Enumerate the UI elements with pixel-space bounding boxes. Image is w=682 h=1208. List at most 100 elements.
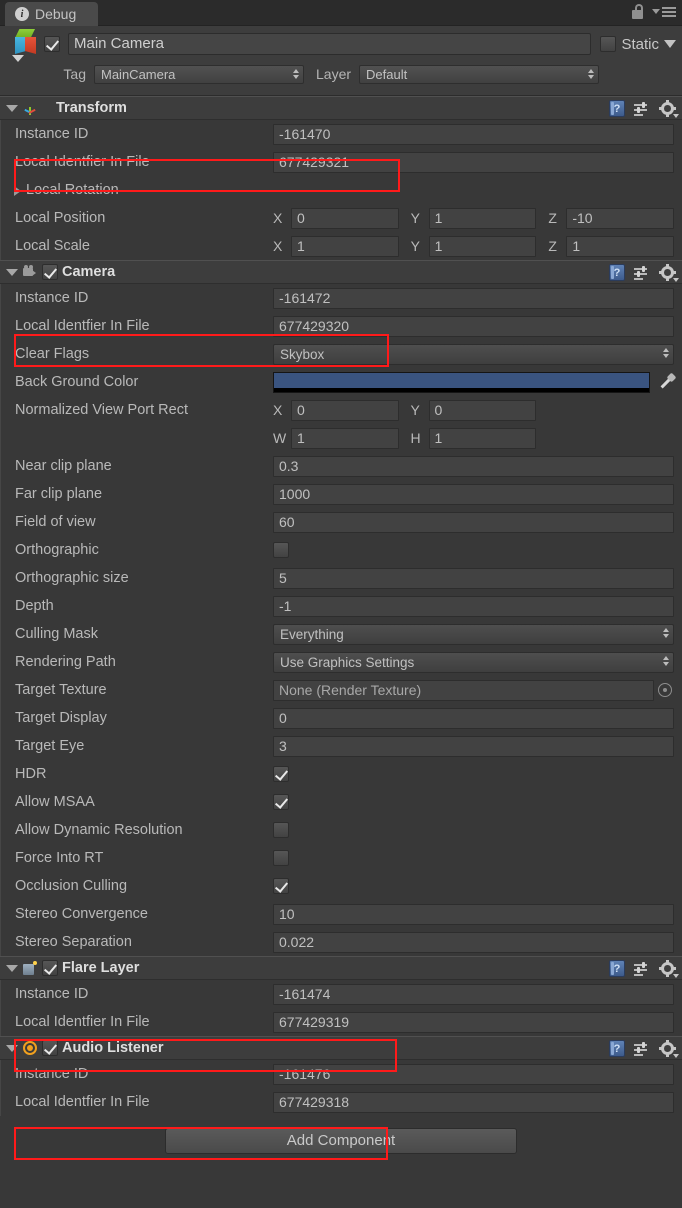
help-book-icon[interactable]: ? — [609, 264, 625, 281]
property-value-input[interactable]: -1 — [273, 596, 674, 617]
property-value-input[interactable]: 3 — [273, 736, 674, 757]
tab-debug[interactable]: i Debug — [5, 2, 98, 26]
property-value-input[interactable]: 0.022 — [273, 932, 674, 953]
tag-dropdown[interactable]: MainCamera — [94, 65, 304, 84]
property-checkbox[interactable] — [273, 878, 289, 894]
property-value-input[interactable]: 677429319 — [273, 1012, 674, 1033]
property-value-input[interactable]: 5 — [273, 568, 674, 589]
property-dropdown[interactable]: Skybox — [273, 344, 674, 365]
component-header-transform[interactable]: Transform? — [0, 96, 682, 120]
foldout-expanded-icon[interactable] — [6, 1045, 18, 1052]
eyedropper-icon[interactable] — [658, 373, 676, 391]
axis-input-z[interactable]: -10 — [566, 208, 674, 229]
object-field[interactable]: None (Render Texture) — [273, 680, 654, 701]
component-body: Instance ID-161472Local Identfier In Fil… — [0, 284, 682, 956]
lock-icon[interactable] — [632, 4, 645, 19]
property-label: Target Texture — [15, 682, 273, 698]
static-dropdown-icon[interactable] — [664, 40, 676, 48]
tag-layer-row: Tag MainCamera Layer Default — [6, 63, 676, 85]
property-label: Clear Flags — [15, 346, 273, 362]
component-header-audio-listener[interactable]: Audio Listener? — [0, 1036, 682, 1060]
property-value-input[interactable]: 677429318 — [273, 1092, 674, 1113]
axis-label-z: Z — [548, 210, 566, 226]
component-enabled-checkbox[interactable] — [42, 1040, 58, 1056]
component-enabled-checkbox[interactable] — [42, 264, 58, 280]
axis-label-w: W — [273, 430, 291, 446]
property-row: Depth-1 — [1, 592, 682, 620]
property-value-input[interactable]: 677429320 — [273, 316, 674, 337]
property-value-input[interactable]: 10 — [273, 904, 674, 925]
foldout-expanded-icon[interactable] — [6, 269, 18, 276]
preset-sliders-icon[interactable] — [634, 101, 650, 117]
object-picker-icon[interactable] — [658, 683, 672, 697]
property-label: Local Identfier In File — [15, 1094, 273, 1110]
cube-gameobject-icon[interactable] — [10, 28, 44, 62]
help-book-icon[interactable]: ? — [609, 960, 625, 977]
foldout-expanded-icon[interactable] — [6, 965, 18, 972]
property-value-input[interactable]: 1000 — [273, 484, 674, 505]
hamburger-menu-icon[interactable] — [652, 7, 676, 17]
add-component-button[interactable]: Add Component — [165, 1128, 517, 1154]
property-row: Field of view60 — [1, 508, 682, 536]
static-control: Static — [600, 36, 676, 53]
preset-sliders-icon[interactable] — [634, 1041, 650, 1057]
inspector-tabbar: i Debug — [0, 0, 682, 26]
axis-input-x[interactable]: 0 — [291, 400, 399, 421]
property-checkbox[interactable] — [273, 542, 289, 558]
property-value-input[interactable]: 0.3 — [273, 456, 674, 477]
background-color-swatch[interactable] — [273, 372, 650, 393]
property-value-input[interactable]: 0 — [273, 708, 674, 729]
property-row: Allow Dynamic Resolution — [1, 816, 682, 844]
foldout-expanded-icon[interactable] — [6, 105, 18, 112]
property-value-input[interactable]: -161474 — [273, 984, 674, 1005]
static-label: Static — [621, 36, 659, 53]
property-row: W1H1 — [1, 424, 682, 452]
property-value-input[interactable]: -161470 — [273, 124, 674, 145]
property-dropdown[interactable]: Everything — [273, 624, 674, 645]
property-checkbox[interactable] — [273, 794, 289, 810]
gameobject-active-checkbox[interactable] — [44, 36, 60, 52]
axis-label-y: Y — [411, 402, 429, 418]
axis-input-h[interactable]: 1 — [429, 428, 537, 449]
property-value-input[interactable]: 677429321 — [273, 152, 674, 173]
preset-sliders-icon[interactable] — [634, 265, 650, 281]
property-value-input[interactable]: -161476 — [273, 1064, 674, 1085]
component-header-flare-layer[interactable]: Flare Layer? — [0, 956, 682, 980]
gear-icon[interactable] — [659, 264, 676, 281]
axis-input-x[interactable]: 1 — [291, 236, 399, 257]
axis-input-y[interactable]: 1 — [429, 236, 537, 257]
transform-axis-icon — [22, 100, 38, 116]
help-book-icon[interactable]: ? — [609, 100, 625, 117]
property-label: Local Position — [15, 210, 273, 226]
gear-icon[interactable] — [659, 1040, 676, 1057]
property-checkbox[interactable] — [273, 766, 289, 782]
component-header-camera[interactable]: Camera? — [0, 260, 682, 284]
property-checkbox[interactable] — [273, 850, 289, 866]
property-checkbox[interactable] — [273, 822, 289, 838]
help-book-icon[interactable]: ? — [609, 1040, 625, 1057]
property-row: HDR — [1, 760, 682, 788]
gameobject-header: Main Camera Static Tag MainCamera Layer … — [0, 26, 682, 96]
property-label: Local Identfier In File — [15, 318, 273, 334]
foldout-collapsed-icon[interactable] — [14, 186, 21, 196]
static-checkbox[interactable] — [600, 36, 616, 52]
axis-input-w[interactable]: 1 — [291, 428, 399, 449]
preset-sliders-icon[interactable] — [634, 961, 650, 977]
gear-icon[interactable] — [659, 960, 676, 977]
property-value-input[interactable]: 60 — [273, 512, 674, 533]
rect-xy-field: X0Y0 — [273, 400, 536, 421]
component-enabled-checkbox[interactable] — [42, 960, 58, 976]
layer-dropdown[interactable]: Default — [359, 65, 599, 84]
axis-input-y[interactable]: 1 — [429, 208, 537, 229]
axis-input-z[interactable]: 1 — [566, 236, 674, 257]
property-row: Instance ID-161470 — [1, 120, 682, 148]
gear-icon[interactable] — [659, 100, 676, 117]
axis-input-x[interactable]: 0 — [291, 208, 399, 229]
property-dropdown[interactable]: Use Graphics Settings — [273, 652, 674, 673]
property-label: Stereo Convergence — [15, 906, 273, 922]
components-list: Transform?Instance ID-161470 Local Identf… — [0, 96, 682, 1116]
axis-input-y[interactable]: 0 — [429, 400, 537, 421]
gameobject-name-input[interactable]: Main Camera — [68, 33, 591, 55]
property-row: Near clip plane0.3 — [1, 452, 682, 480]
property-value-input[interactable]: -161472 — [273, 288, 674, 309]
